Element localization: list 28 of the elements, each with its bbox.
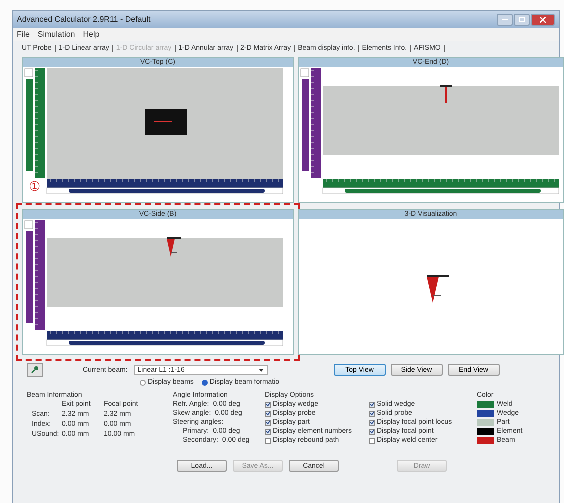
close-icon bbox=[540, 16, 546, 22]
maximize-icon bbox=[519, 17, 525, 22]
menu-item[interactable]: File bbox=[17, 30, 30, 39]
color-swatch[interactable] bbox=[477, 401, 494, 408]
key-button[interactable] bbox=[27, 363, 43, 377]
probe-drawing bbox=[440, 85, 452, 103]
scrollbar[interactable] bbox=[46, 188, 284, 194]
color-swatch[interactable] bbox=[477, 419, 494, 426]
corner-box bbox=[24, 68, 34, 78]
color-swatch[interactable] bbox=[477, 437, 494, 444]
probe-drawing bbox=[145, 109, 187, 135]
maximize-button[interactable] bbox=[514, 14, 530, 26]
dropdown-arrow-icon bbox=[258, 368, 264, 372]
scrollbar[interactable] bbox=[322, 188, 560, 194]
scrollbar[interactable] bbox=[46, 340, 284, 346]
color-swatch[interactable] bbox=[477, 428, 494, 435]
window-title: Advanced Calculator 2.9R11 - Default bbox=[17, 15, 151, 24]
minimize-button[interactable] bbox=[497, 14, 513, 26]
color-swatch[interactable] bbox=[477, 410, 494, 417]
corner-box bbox=[300, 68, 310, 78]
menu-item[interactable]: Help bbox=[83, 30, 100, 39]
probe-drawing bbox=[427, 275, 449, 303]
menu-item[interactable]: Simulation bbox=[38, 30, 76, 39]
probe-drawing bbox=[167, 237, 181, 257]
corner-box bbox=[24, 220, 34, 230]
minimize-icon bbox=[502, 18, 508, 20]
key-icon bbox=[31, 366, 39, 374]
close-button[interactable] bbox=[531, 14, 555, 26]
